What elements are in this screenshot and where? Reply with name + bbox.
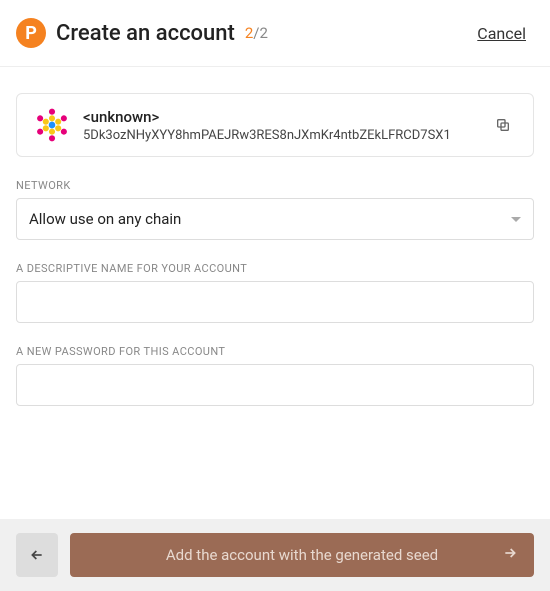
page-title: Create an account (56, 21, 235, 46)
chevron-down-icon (511, 217, 521, 222)
network-label: NETWORK (16, 179, 534, 192)
cancel-button[interactable]: Cancel (477, 24, 526, 43)
primary-button-label: Add the account with the generated seed (166, 546, 438, 564)
step-total: /2 (253, 24, 268, 42)
network-select[interactable]: Allow use on any chain (16, 198, 534, 240)
polkadot-logo-icon: P (16, 18, 46, 48)
account-text: <unknown> 5Dk3ozNHyXYY8hmPAEJRw3RES8nJXm… (83, 108, 477, 143)
network-selected-value: Allow use on any chain (29, 210, 181, 228)
password-label: A NEW PASSWORD FOR THIS ACCOUNT (16, 345, 534, 358)
header: P Create an account 2/2 Cancel (0, 0, 550, 67)
password-input[interactable] (16, 364, 534, 406)
content: <unknown> 5Dk3ozNHyXYY8hmPAEJRw3RES8nJXm… (0, 67, 550, 519)
account-card: <unknown> 5Dk3ozNHyXYY8hmPAEJRw3RES8nJXm… (16, 93, 534, 157)
footer: Add the account with the generated seed (0, 519, 550, 591)
name-label: A DESCRIPTIVE NAME FOR YOUR ACCOUNT (16, 262, 534, 275)
arrow-left-icon (29, 547, 45, 563)
copy-address-button[interactable] (489, 111, 517, 139)
header-left: P Create an account 2/2 (16, 18, 268, 48)
account-address: 5Dk3ozNHyXYY8hmPAEJRw3RES8nJXmKr4ntbZEkL… (83, 128, 477, 143)
account-name-input[interactable] (16, 281, 534, 323)
add-account-button[interactable]: Add the account with the generated seed (70, 533, 534, 577)
step-indicator: 2/2 (245, 24, 268, 42)
back-button[interactable] (16, 533, 58, 577)
account-name: <unknown> (83, 108, 477, 126)
copy-icon (495, 117, 511, 133)
arrow-right-icon (502, 545, 518, 565)
identicon-icon (33, 106, 71, 144)
